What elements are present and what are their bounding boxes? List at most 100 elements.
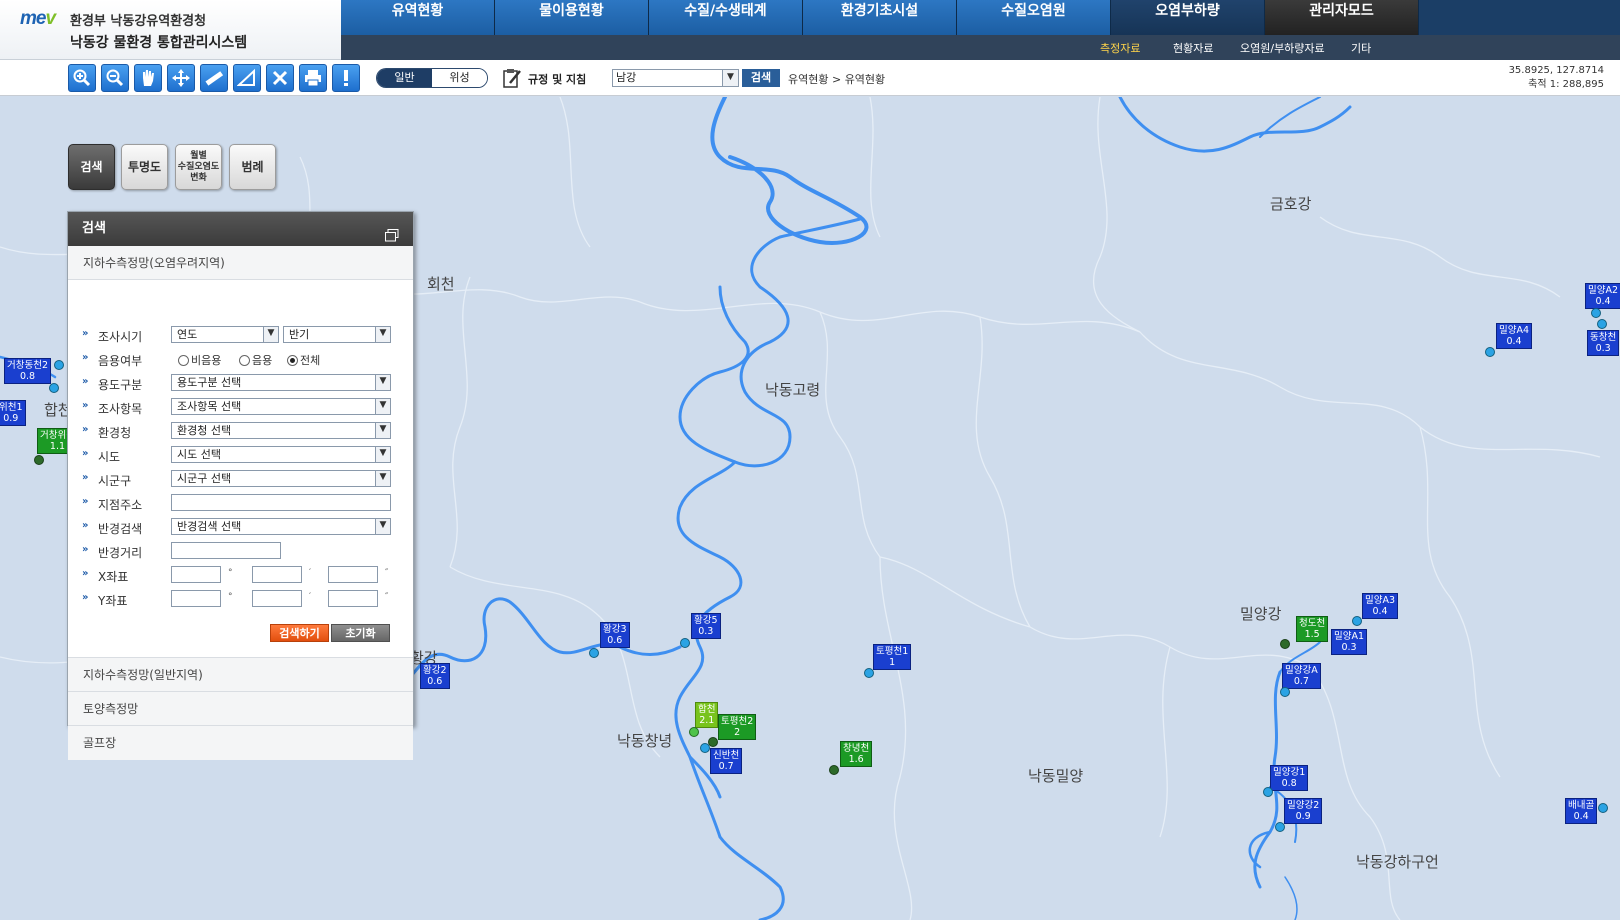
half-year-select[interactable]: 반기 ▼ [283,326,391,343]
radius-distance-input[interactable] [171,542,281,559]
station-label[interactable]: 동창천 0.3 [1587,330,1620,356]
nav-water-quality[interactable]: 수질/수생태계 [649,0,803,35]
x-degree-input[interactable] [171,566,221,583]
clear-icon[interactable] [266,64,294,92]
station-marker[interactable] [1597,319,1607,329]
station-label[interactable]: 토평천2 2 [718,714,757,740]
station-marker[interactable] [1598,803,1608,813]
logo-area[interactable]: mev 환경부 낙동강유역환경청 낙동강 물환경 통합관리시스템 [0,0,341,60]
station-marker[interactable] [700,743,710,753]
double-chevron-icon: » [82,376,89,387]
station-marker[interactable] [49,383,59,393]
station-label[interactable]: 밀양A1 0.3 [1331,629,1368,655]
station-marker[interactable] [1352,616,1362,626]
station-label[interactable]: 밀양A3 0.4 [1362,593,1399,619]
label-x-coordinate: X좌표 [98,570,129,584]
station-label[interactable]: 합천 2.1 [695,702,719,728]
station-label[interactable]: 밀양강1 0.8 [1270,765,1309,791]
clipboard-pencil-icon[interactable] [502,67,522,89]
station-marker[interactable] [1263,787,1273,797]
basin-search-button[interactable]: 검색 [742,69,780,87]
section-groundwater-general[interactable]: 지하수측정망(일반지역) [68,658,413,692]
station-marker[interactable] [54,360,64,370]
station-marker[interactable] [689,727,699,737]
label-province: 시도 [98,450,121,464]
nav-basin-status[interactable]: 유역현황 [341,0,495,35]
purpose-select[interactable]: 용도구분 선택 ▼ [171,374,391,391]
nav-water-use[interactable]: 물이용현황 [495,0,649,35]
subnav-source-load-data[interactable]: 오염원/부하량자료 [1240,40,1325,56]
station-marker[interactable] [864,668,874,678]
year-select[interactable]: 연도 ▼ [171,326,279,343]
station-label[interactable]: 밀양강2 0.9 [1284,798,1323,824]
subnav-status-data[interactable]: 현황자료 [1173,40,1213,56]
office-select[interactable]: 환경청 선택 ▼ [171,422,391,439]
measure-distance-icon[interactable] [200,64,228,92]
station-marker[interactable] [1280,687,1290,697]
station-label[interactable]: 거창동천2 0.8 [4,358,52,384]
zoom-out-icon[interactable] [101,64,129,92]
station-label[interactable]: 배내골 0.4 [1565,798,1598,824]
tab-monthly-quality-change[interactable]: 월별 수질오염도 변화 [175,144,222,190]
station-label[interactable]: 밀양A2 0.4 [1585,283,1620,309]
station-marker[interactable] [1591,308,1601,318]
move-icon[interactable] [167,64,195,92]
radio-non-drinking[interactable]: 비음용 [178,352,221,368]
nav-env-facilities[interactable]: 환경기초시설 [803,0,957,35]
station-label[interactable]: 토평천1 1 [873,644,912,670]
subnav-other[interactable]: 기타 [1351,40,1371,56]
station-label[interactable]: 창녕천 1.6 [840,741,873,767]
search-submit-button[interactable]: 검색하기 [270,624,329,642]
radius-search-select[interactable]: 반경검색 선택 ▼ [171,518,391,535]
section-golf-course[interactable]: 골프장 [68,726,413,760]
y-minute-input[interactable] [252,590,302,607]
station-marker[interactable] [589,648,599,658]
tab-transparency[interactable]: 투명도 [121,144,168,190]
y-second-input[interactable] [328,590,378,607]
reset-button[interactable]: 초기화 [331,624,390,642]
window-restore-icon[interactable] [385,222,399,242]
tab-search[interactable]: 검색 [68,144,115,190]
measure-area-icon[interactable] [233,64,261,92]
station-marker[interactable] [1275,822,1285,832]
station-label[interactable]: 황강2 0.6 [420,663,450,689]
station-label[interactable]: 황강5 0.3 [691,613,721,639]
station-marker[interactable] [34,455,44,465]
tab-legend[interactable]: 범례 [229,144,276,190]
basin-select[interactable]: 남강 ▼ [612,69,739,87]
radio-all[interactable]: 전체 [287,352,320,368]
station-label[interactable]: 밀양강A 0.7 [1282,663,1321,689]
map-type-satellite[interactable]: 위성 [432,69,487,87]
row-office: » 환경청 환경청 선택 ▼ [82,422,412,440]
pan-hand-icon[interactable] [134,64,162,92]
item-select[interactable]: 조사항목 선택 ▼ [171,398,391,415]
station-label[interactable]: 밀양A4 0.4 [1496,323,1533,349]
nav-pollution-sources[interactable]: 수질오염원 [957,0,1111,35]
map-canvas[interactable]: 회천 낙동고령 금호강 합천 황강 낙동창녕 낙동밀양 밀양강 낙동강하구언 거… [0,97,1620,920]
station-marker[interactable] [1485,347,1495,357]
x-second-input[interactable] [328,566,378,583]
nav-admin-mode[interactable]: 관리자모드 [1265,0,1419,35]
station-label[interactable]: 신반천 0.7 [710,748,743,774]
subnav-measurement-data[interactable]: 측정자료 [1100,40,1140,56]
province-select[interactable]: 시도 선택 ▼ [171,446,391,463]
y-degree-input[interactable] [171,590,221,607]
station-label[interactable]: 황강3 0.6 [600,622,630,648]
map-type-general[interactable]: 일반 [377,69,432,87]
nav-pollution-load[interactable]: 오염부하량 [1111,0,1265,35]
zoom-in-icon[interactable] [68,64,96,92]
district-select[interactable]: 시군구 선택 ▼ [171,470,391,487]
info-icon[interactable] [332,64,360,92]
station-marker[interactable] [829,765,839,775]
x-minute-input[interactable] [252,566,302,583]
rules-guidelines-link[interactable]: 규정 및 지침 [528,71,586,87]
section-groundwater-contamination[interactable]: 지하수측정망(오염우려지역) [68,246,413,280]
section-soil-network[interactable]: 토양측정망 [68,692,413,726]
radio-drinking[interactable]: 음용 [239,352,272,368]
station-marker[interactable] [1280,639,1290,649]
station-label[interactable]: 청도천 1.5 [1296,616,1329,642]
address-input[interactable] [171,494,391,511]
station-marker[interactable] [680,638,690,648]
print-icon[interactable] [299,64,327,92]
station-label[interactable]: 위천1 0.9 [0,400,26,426]
